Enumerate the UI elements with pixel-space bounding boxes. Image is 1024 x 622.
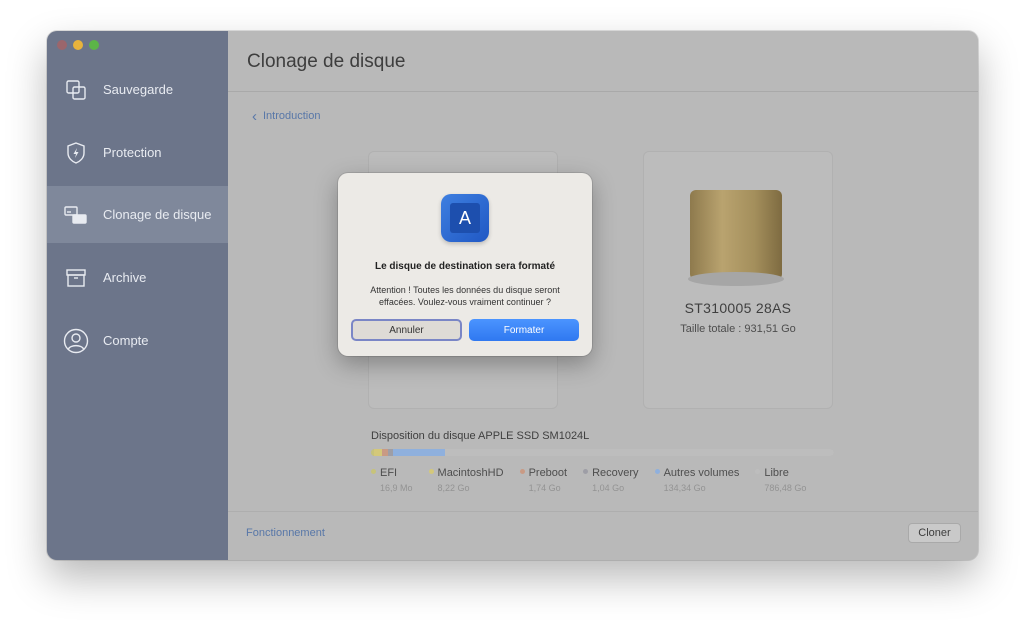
legend-item: Libre 786,48 Go: [755, 467, 806, 493]
legend-size: 16,9 Mo: [380, 483, 413, 493]
disk-layout-bar: [371, 449, 834, 456]
sidebar-item-sauvegarde[interactable]: Sauvegarde: [47, 61, 228, 118]
breadcrumb-label: Introduction: [263, 110, 321, 122]
divider: [228, 511, 978, 512]
chevron-left-icon: ‹: [252, 107, 257, 125]
legend-dot: [428, 468, 434, 474]
bar-segment-libre: [445, 449, 834, 456]
sidebar-item-label: Compte: [103, 333, 149, 348]
sidebar-item-label: Sauvegarde: [103, 82, 174, 97]
sidebar-item-label: Protection: [103, 145, 162, 160]
zoom-window-button[interactable]: [89, 40, 99, 50]
format-warning-dialog: A Le disque de destination sera formaté …: [338, 173, 592, 356]
disk-layout-legend: EFI 16,9 Mo MacintoshHD 8,22 Go Preboot 1,7…: [371, 467, 822, 493]
disk-layout-title: Disposition du disque APPLE SSD SM1024L: [371, 430, 590, 442]
legend-label: Recovery: [592, 467, 639, 479]
breadcrumb-back-link[interactable]: ‹ Introduction: [252, 107, 321, 125]
legend-label: Libre: [764, 467, 789, 479]
user-icon: [63, 328, 89, 354]
page-title: Clonage de disque: [247, 51, 406, 72]
acronis-app-icon: A: [441, 194, 489, 242]
shield-bolt-icon: [63, 140, 89, 166]
sidebar-item-label: Archive: [103, 270, 147, 285]
close-window-button[interactable]: [57, 40, 67, 50]
clone-button[interactable]: Cloner: [908, 523, 961, 543]
target-disk-size: Taille totale : 931,51 Go: [680, 323, 796, 335]
bar-segment-macintoshhd: [374, 449, 382, 456]
minimize-window-button[interactable]: [73, 40, 83, 50]
legend-item: Autres volumes 134,34 Go: [654, 467, 740, 493]
external-drive-image: [688, 190, 784, 286]
format-button[interactable]: Formater: [469, 319, 579, 341]
sidebar: Sauvegarde Protection Clonage de disque …: [47, 31, 228, 560]
legend-size: 8,22 Go: [437, 483, 470, 493]
sidebar-item-compte[interactable]: Compte: [47, 312, 228, 369]
sidebar-item-protection[interactable]: Protection: [47, 124, 228, 181]
bar-segment-autres-volumes: [393, 449, 445, 456]
target-disk-card[interactable]: ST310005 28AS Taille totale : 931,51 Go: [643, 151, 833, 409]
legend-label: EFI: [380, 467, 398, 479]
legend-item: EFI 16,9 Mo: [371, 467, 413, 493]
legend-label: MacintoshHD: [437, 467, 504, 479]
archive-box-icon: [63, 265, 89, 291]
legend-label: Preboot: [528, 467, 568, 479]
legend-size: 1,74 Go: [528, 483, 561, 493]
legend-item: Recovery 1,04 Go: [583, 467, 639, 493]
legend-item: MacintoshHD 8,22 Go: [428, 467, 504, 493]
copy-icon: [63, 77, 89, 103]
legend-dot: [519, 468, 525, 474]
legend-size: 786,48 Go: [764, 483, 807, 493]
sidebar-item-archive[interactable]: Archive: [47, 249, 228, 306]
target-disk-name: ST310005 28AS: [684, 300, 792, 316]
legend-dot: [755, 468, 761, 474]
dialog-message: Attention ! Toutes les données du disque…: [370, 285, 560, 307]
disk-clone-icon: [63, 202, 89, 228]
dialog-title: Le disque de destination sera formaté: [374, 261, 556, 272]
how-it-works-link[interactable]: Fonctionnement: [246, 527, 325, 539]
legend-dot: [654, 468, 660, 474]
legend-size: 1,04 Go: [592, 483, 625, 493]
legend-item: Preboot 1,74 Go: [519, 467, 568, 493]
cancel-button[interactable]: Annuler: [351, 319, 462, 341]
sidebar-item-clonage[interactable]: Clonage de disque: [47, 186, 228, 243]
legend-label: Autres volumes: [663, 467, 740, 479]
app-icon-letter: A: [450, 203, 480, 233]
legend-dot: [371, 468, 376, 474]
sidebar-item-label: Clonage de disque: [103, 207, 212, 222]
legend-dot: [583, 468, 589, 474]
legend-size: 134,34 Go: [663, 483, 706, 493]
divider: [228, 91, 978, 92]
window-controls: [57, 40, 99, 50]
